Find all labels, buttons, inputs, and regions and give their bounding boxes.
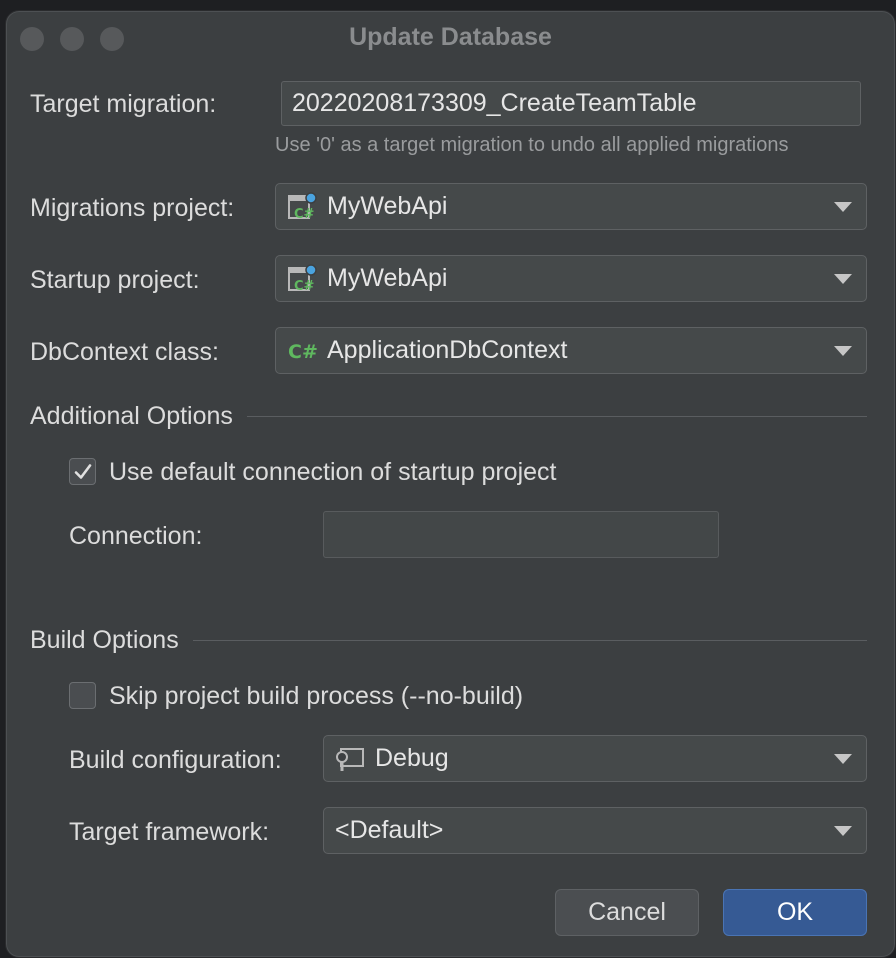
csharp-project-icon: C# <box>287 191 317 222</box>
update-database-dialog: Update Database Target migration: 202202… <box>5 10 896 958</box>
csharp-project-icon: C# <box>287 263 317 294</box>
connection-input[interactable] <box>323 511 719 558</box>
target-framework-value: <Default> <box>335 816 444 844</box>
chevron-down-icon <box>834 825 852 836</box>
dbcontext-value: ApplicationDbContext <box>327 336 568 364</box>
checkmark-icon <box>74 463 91 479</box>
chevron-down-icon <box>834 273 852 284</box>
startup-project-select[interactable]: C# MyWebApi <box>275 255 867 302</box>
csharp-class-icon: C# <box>287 336 317 366</box>
build-configuration-label: Build configuration: <box>69 746 282 774</box>
additional-options-header: Additional Options <box>30 402 233 430</box>
migrations-project-value: MyWebApi <box>327 192 448 220</box>
target-framework-select[interactable]: <Default> <box>323 807 867 854</box>
migrations-project-select[interactable]: C# MyWebApi <box>275 183 867 230</box>
startup-project-value: MyWebApi <box>327 264 448 292</box>
skip-build-checkbox[interactable] <box>69 682 96 709</box>
target-migration-input[interactable]: 20220208173309_CreateTeamTable <box>281 81 861 126</box>
chevron-down-icon <box>834 345 852 356</box>
svg-text:C#: C# <box>294 279 315 294</box>
dbcontext-select[interactable]: C# ApplicationDbContext <box>275 327 867 374</box>
additional-options-section: Additional Options <box>30 402 867 431</box>
section-divider <box>192 640 867 641</box>
build-configuration-value: Debug <box>375 744 449 772</box>
target-migration-value: 20220208173309_CreateTeamTable <box>292 89 697 117</box>
section-divider <box>246 416 867 417</box>
build-configuration-select[interactable]: Debug <box>323 735 867 782</box>
target-framework-label: Target framework: <box>69 818 270 846</box>
connection-label: Connection: <box>69 522 203 550</box>
run-configuration-icon <box>335 744 365 774</box>
startup-project-label: Startup project: <box>30 266 200 294</box>
build-options-section: Build Options <box>30 626 867 655</box>
svg-text:C#: C# <box>294 207 315 222</box>
migrations-project-label: Migrations project: <box>30 194 235 222</box>
use-default-connection-label[interactable]: Use default connection of startup projec… <box>109 458 557 487</box>
svg-text:C#: C# <box>288 341 317 363</box>
use-default-connection-checkbox[interactable] <box>69 458 96 485</box>
target-migration-label: Target migration: <box>30 90 217 118</box>
skip-build-label[interactable]: Skip project build process (--no-build) <box>109 682 523 711</box>
target-migration-hint: Use '0' as a target migration to undo al… <box>275 134 789 156</box>
dialog-title: Update Database <box>349 23 552 51</box>
cancel-button[interactable]: Cancel <box>555 889 699 936</box>
build-options-header: Build Options <box>30 626 179 654</box>
chevron-down-icon <box>834 753 852 764</box>
dbcontext-label: DbContext class: <box>30 338 219 366</box>
ok-button[interactable]: OK <box>723 889 867 936</box>
chevron-down-icon <box>834 201 852 212</box>
